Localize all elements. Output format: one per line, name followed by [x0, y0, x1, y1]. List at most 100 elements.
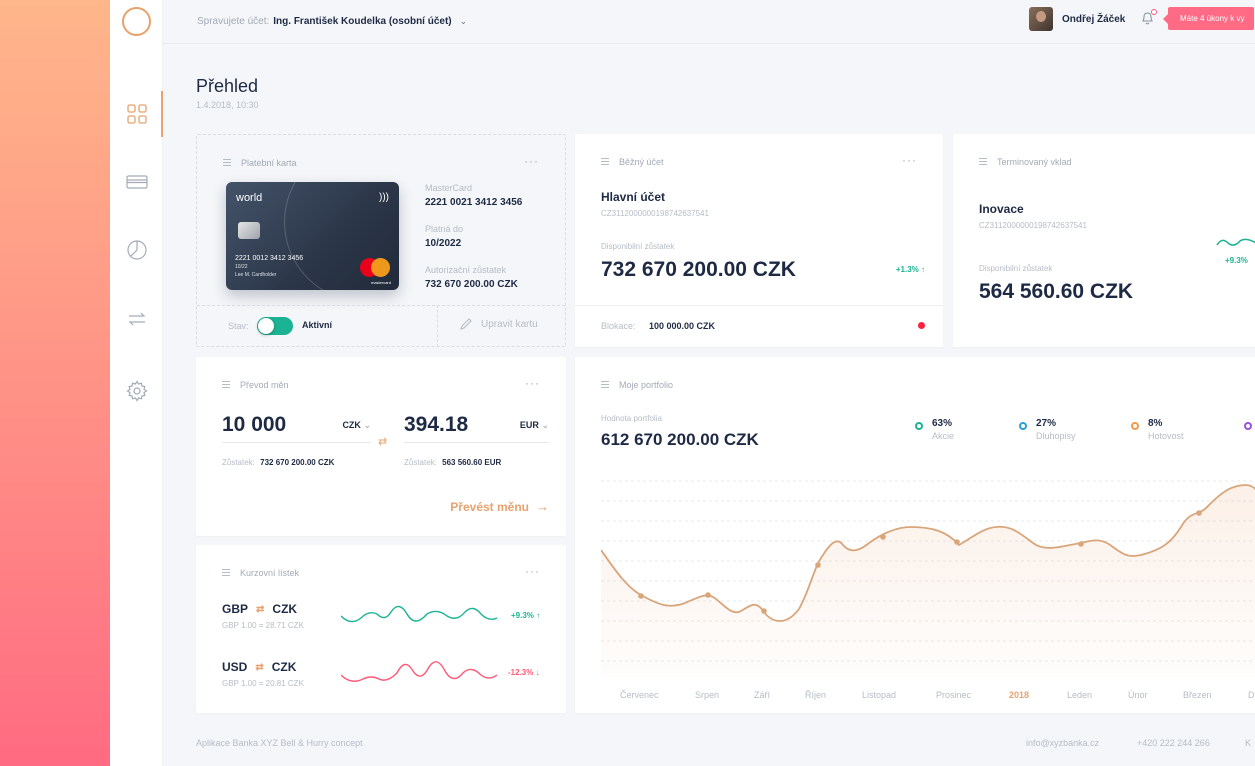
- nav-settings[interactable]: [110, 368, 163, 414]
- deposit-sparkline: [1216, 238, 1255, 246]
- auth-balance-label: Autorizační zůstatek: [425, 265, 507, 275]
- legend-item[interactable]: 63% Akcie: [915, 418, 954, 441]
- card-image[interactable]: world ))) 2221 0012 3412 3456 10/22 Lee …: [226, 182, 399, 290]
- nav-transfers[interactable]: [110, 296, 163, 342]
- panel-title: Kurzovní lístek: [240, 567, 300, 578]
- to-currency-select[interactable]: EUR ⌄: [520, 420, 549, 431]
- arrow-up-icon: ↑: [921, 265, 925, 274]
- swap-icon[interactable]: ⇄: [378, 435, 387, 448]
- usd-sparkline: [341, 661, 497, 682]
- card-number-on-card: 2221 0012 3412 3456: [235, 255, 304, 262]
- block-value: 100 000.00 CZK: [649, 321, 716, 331]
- topbar: Spravujete účet: Ing. František Koudelka…: [163, 0, 1255, 44]
- drag-handle-icon[interactable]: [222, 379, 230, 390]
- drag-handle-icon[interactable]: [223, 157, 231, 168]
- edit-card-label: Upravit kartu: [481, 318, 538, 330]
- portfolio-panel: Moje portfolio Hodnota portfolia 612 670…: [575, 357, 1255, 713]
- rate-change: +9.3% ↑: [511, 611, 541, 620]
- notification-badge[interactable]: Máte 4 úkony k vy: [1162, 7, 1255, 30]
- drag-handle-icon[interactable]: [601, 379, 609, 390]
- drag-handle-icon[interactable]: [601, 156, 609, 167]
- avatar[interactable]: [1029, 7, 1053, 31]
- status-toggle[interactable]: [257, 317, 293, 335]
- card-info: MasterCard 2221 0021 3412 3456 Platná do…: [425, 183, 522, 290]
- nav-portfolio[interactable]: [110, 227, 163, 273]
- month-label: Prosinec: [936, 690, 972, 700]
- rate-row[interactable]: GBP ⇄ CZK GBP 1.00 = 28.71 CZK: [222, 602, 304, 630]
- panel-header: Terminovaný vklad: [979, 156, 1072, 167]
- deposit-balance: 564 560.60 CZK: [979, 280, 1134, 303]
- rate-value: GBP 1.00 = 28.71 CZK: [222, 621, 304, 630]
- panel-header: Převod měn: [222, 379, 289, 390]
- from-currency-select[interactable]: CZK ⌄: [342, 420, 371, 431]
- convert-button[interactable]: Převést měnu →: [450, 499, 549, 514]
- legend-dot-icon: [1019, 422, 1027, 430]
- notification-dot: [1151, 9, 1157, 15]
- more-icon[interactable]: ···: [524, 154, 539, 168]
- footer-email[interactable]: info@xyzbanka.cz: [1026, 738, 1099, 748]
- legend-dot-icon: [1244, 422, 1252, 430]
- panel-header: Běžný účet: [601, 156, 664, 167]
- chip-icon: [238, 222, 260, 239]
- month-label: Září: [754, 690, 771, 700]
- account-name[interactable]: Hlavní účet: [601, 190, 665, 204]
- deposit-iban: CZ3112000000198742637541: [979, 221, 1087, 230]
- deposit-name[interactable]: Inovace: [979, 202, 1024, 216]
- valid-label: Platná do: [425, 224, 464, 234]
- exchange-arrows-icon: [128, 312, 145, 326]
- month-label: Listopad: [862, 690, 897, 700]
- month-label: Srpen: [695, 690, 720, 700]
- swap-icon: ⇄: [256, 603, 265, 615]
- to-balance: Zůstatek: 563 560.60 EUR: [404, 458, 502, 467]
- drag-handle-icon[interactable]: [979, 156, 987, 167]
- background-gradient: [0, 0, 110, 766]
- deposit-change: +9.3%: [1225, 256, 1248, 265]
- more-icon[interactable]: ···: [902, 153, 917, 167]
- panel-header: Kurzovní lístek: [222, 567, 299, 578]
- panel-header: Platební karta: [223, 157, 297, 168]
- rate-from: GBP: [222, 602, 249, 616]
- month-label: Leden: [1067, 690, 1093, 700]
- drag-handle-icon[interactable]: [222, 567, 230, 578]
- card-type-label: MasterCard: [425, 183, 473, 193]
- panel-title: Moje portfolio: [619, 379, 674, 390]
- card-brand: world: [236, 192, 263, 204]
- user-name[interactable]: Ondřej Žáček: [1062, 14, 1125, 25]
- legend-item[interactable]: [1244, 418, 1255, 430]
- more-icon[interactable]: ···: [525, 376, 540, 390]
- legend-item[interactable]: 8% Hotovost: [1131, 418, 1184, 441]
- from-amount-input[interactable]: 10 000 CZK ⌄: [222, 413, 371, 443]
- status-label: Stav:: [228, 321, 249, 331]
- more-icon[interactable]: ···: [525, 564, 540, 578]
- payment-card-panel: Platební karta ··· world ))) 2221 0012 3…: [196, 134, 566, 347]
- user-menu[interactable]: Ondřej Žáček: [1029, 7, 1125, 31]
- rate-row[interactable]: USD ⇄ CZK GBP 1.00 = 20.81 CZK: [222, 660, 304, 688]
- month-label: Březen: [1183, 690, 1212, 700]
- mastercard-logo-icon: [360, 258, 390, 278]
- arrow-down-icon: ↓: [535, 668, 540, 677]
- month-label: Únor: [1128, 690, 1148, 700]
- nav-cards[interactable]: [110, 159, 163, 205]
- legend-item[interactable]: 27% Dluhopisy: [1019, 418, 1076, 441]
- account-switcher[interactable]: Ing. František Koudelka (osobní účet): [273, 16, 451, 27]
- arrow-right-icon: →: [536, 499, 549, 514]
- panel-title: Převod měn: [240, 379, 289, 390]
- auth-balance: 732 670 200.00 CZK: [425, 279, 518, 290]
- logo[interactable]: [122, 7, 151, 36]
- page-date: 1.4.2018, 10:30: [196, 100, 259, 110]
- valid-value: 10/2022: [425, 238, 462, 249]
- legend-dot-icon: [915, 422, 923, 430]
- edit-card-button[interactable]: Upravit kartu: [459, 317, 538, 331]
- footer-link[interactable]: K: [1245, 738, 1251, 748]
- card-number: 2221 0021 3412 3456: [425, 197, 523, 208]
- managing-label: Spravujete účet:: [197, 16, 270, 27]
- current-account-panel: Běžný účet ··· Hlavní účet CZ31120000001…: [575, 134, 943, 347]
- arrow-up-icon: ↑: [536, 611, 541, 620]
- panel-header: Moje portfolio: [601, 379, 673, 390]
- gear-icon: [125, 380, 148, 402]
- chevron-down-icon[interactable]: ⌄: [460, 16, 468, 27]
- to-amount-input[interactable]: 394.18 EUR ⌄: [404, 413, 549, 443]
- dashboard-icon: [126, 104, 147, 124]
- footer-phone[interactable]: +420 222 244 266: [1137, 738, 1210, 748]
- nav-dashboard[interactable]: [110, 91, 163, 137]
